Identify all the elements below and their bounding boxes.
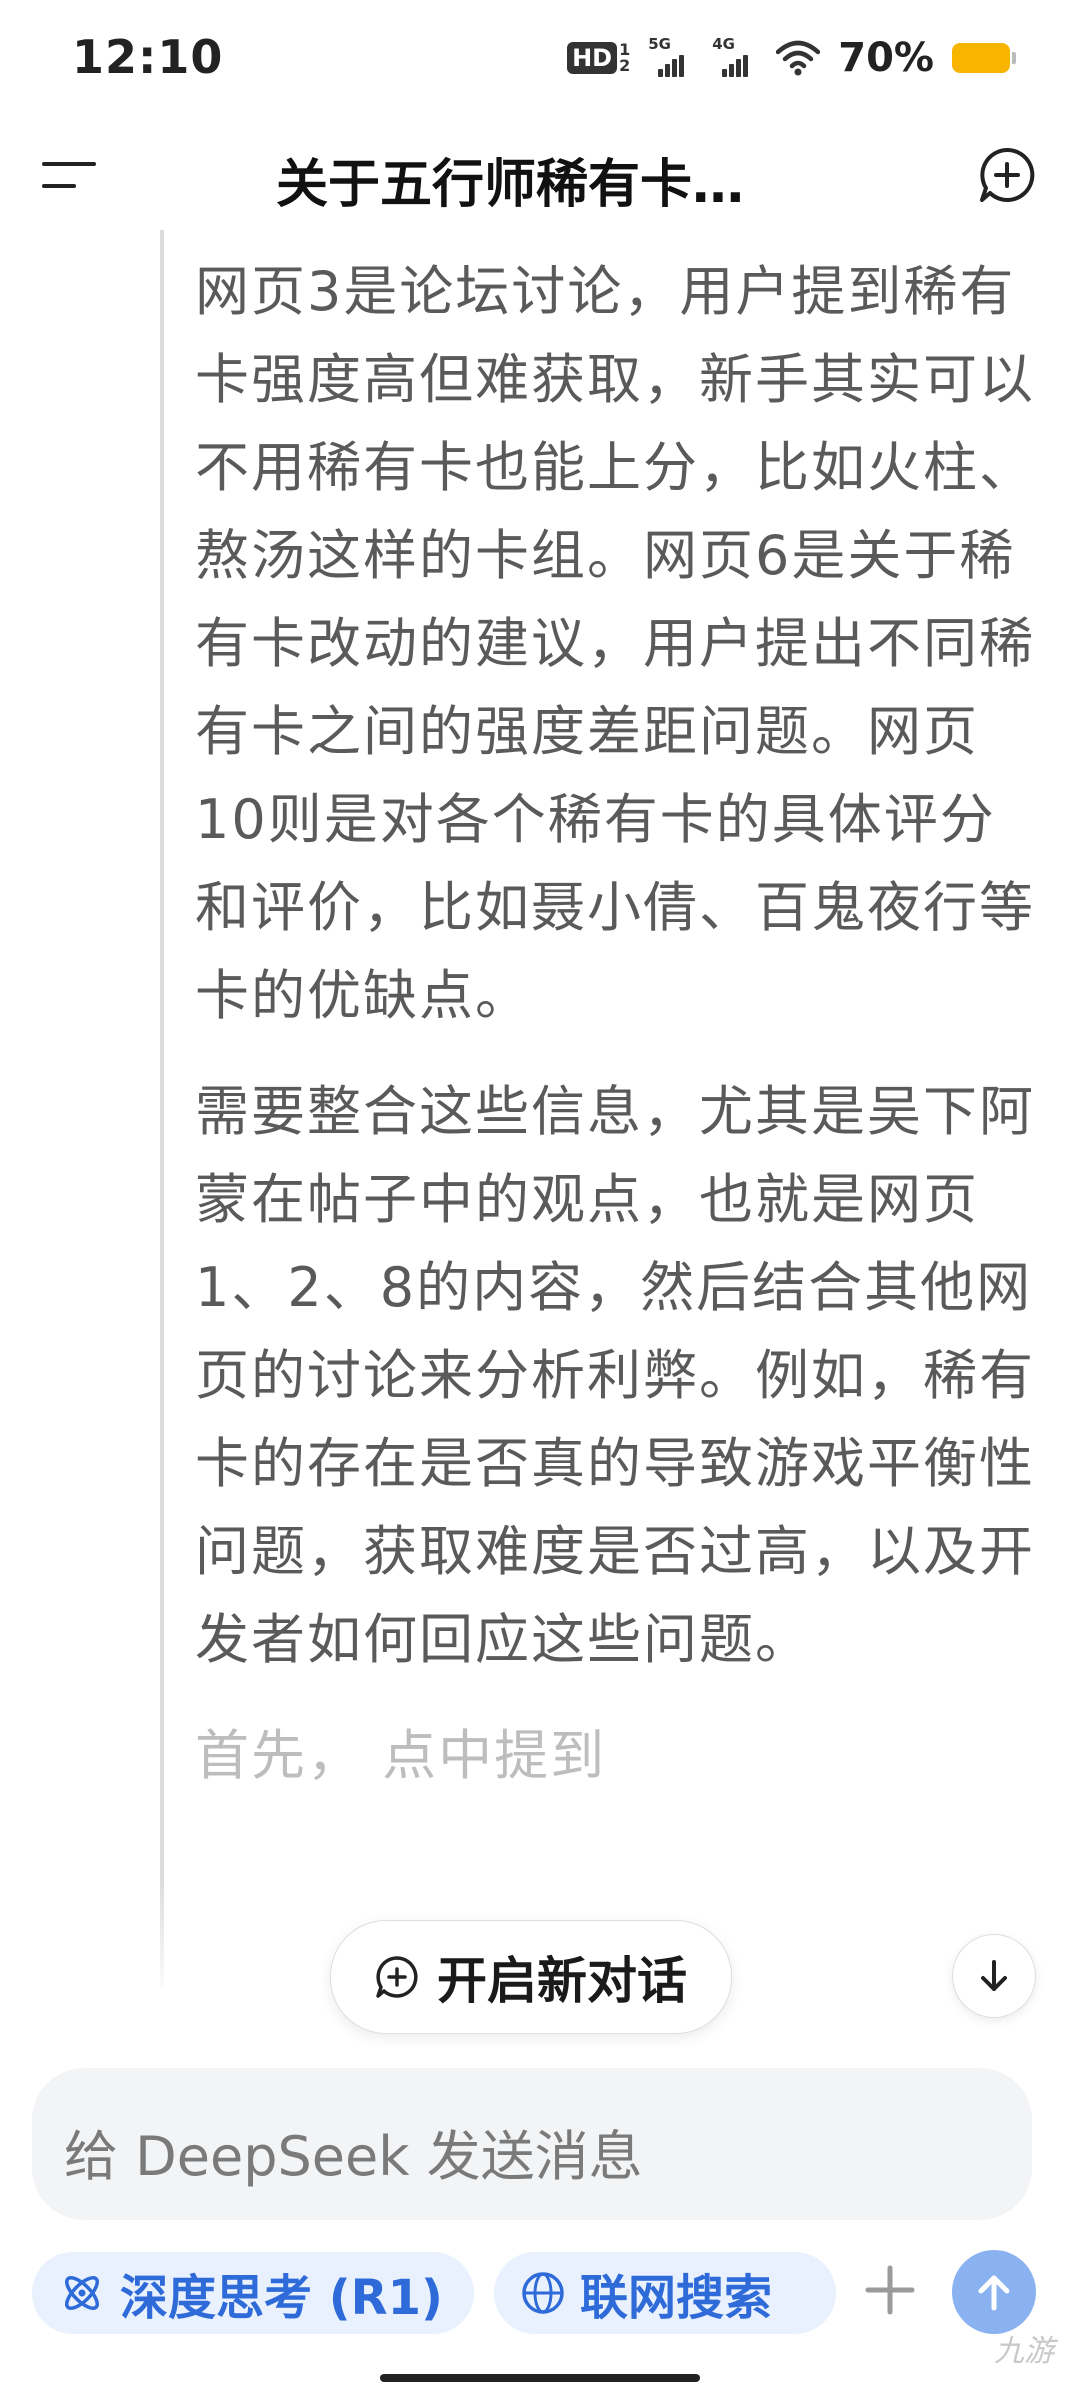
battery-percent: 70% bbox=[838, 35, 934, 81]
signal-4g-label: 4G bbox=[712, 35, 735, 53]
send-button[interactable] bbox=[952, 2250, 1036, 2334]
thinking-paragraph: 需要整合这些信息，尤其是吴下阿蒙在帖子中的观点，也就是网页1、2、8的内容，然后… bbox=[195, 1080, 1035, 1671]
new-chat-label: 开启新对话 bbox=[437, 1952, 687, 2010]
deep-think-label: 深度思考 (R1) bbox=[120, 2270, 443, 2326]
signal-4g-icon: 4G bbox=[712, 35, 758, 77]
status-icons: HD 1 2 5G 4G 70% bbox=[567, 34, 1016, 82]
menu-icon[interactable] bbox=[42, 156, 96, 196]
atom-icon bbox=[65, 2276, 99, 2310]
thinking-paragraph: 网页3是论坛讨论，用户提到稀有卡强度高但难获取，新手其实可以不用稀有卡也能上分，… bbox=[195, 260, 1035, 1027]
wifi-icon bbox=[776, 40, 821, 76]
signal-5g-label: 5G bbox=[648, 35, 671, 53]
hd-sub: 1 2 bbox=[619, 42, 630, 74]
hd-icon: HD 1 2 bbox=[567, 42, 630, 74]
home-indicator[interactable] bbox=[380, 2374, 700, 2382]
status-bar: 12:10 HD 1 2 5G 4G 70% bbox=[0, 0, 1080, 120]
scroll-down-button[interactable] bbox=[952, 1934, 1036, 2018]
signal-5g-icon: 5G bbox=[648, 35, 694, 77]
arrow-up-icon bbox=[978, 2275, 1010, 2311]
watermark-logo: 九游 bbox=[994, 2334, 1054, 2369]
deep-think-toggle[interactable]: 深度思考 (R1) bbox=[32, 2252, 474, 2334]
input-toolbar: 深度思考 (R1) 联网搜索 bbox=[0, 2240, 1080, 2360]
hd-label: HD bbox=[567, 42, 618, 74]
new-chat-small-icon bbox=[376, 1956, 418, 1998]
status-time: 12:10 bbox=[72, 30, 224, 84]
arrow-down-icon bbox=[981, 1960, 1007, 1991]
plus-icon[interactable] bbox=[860, 2260, 920, 2320]
battery-icon bbox=[952, 43, 1016, 73]
chat-content[interactable]: 网页3是论坛讨论，用户提到稀有卡强度高但难获取，新手其实可以不用稀有卡也能上分，… bbox=[0, 230, 1080, 1990]
thinking-quote-bar bbox=[160, 230, 164, 1990]
thinking-text: 网页3是论坛讨论，用户提到稀有卡强度高但难获取，新手其实可以不用稀有卡也能上分，… bbox=[195, 248, 1035, 1828]
new-chat-button[interactable]: 开启新对话 bbox=[330, 1920, 732, 2034]
hd-sub-bottom: 2 bbox=[619, 56, 631, 75]
conversation-title: 关于五行师稀有卡… bbox=[275, 155, 744, 215]
web-search-toggle[interactable]: 联网搜索 bbox=[494, 2252, 836, 2334]
thinking-paragraph: 首先， 点中提到 bbox=[195, 1724, 607, 1787]
globe-icon bbox=[522, 2272, 564, 2314]
message-input-placeholder: 给 DeepSeek 发送消息 bbox=[64, 2125, 643, 2188]
new-chat-icon[interactable] bbox=[978, 146, 1036, 204]
web-search-label: 联网搜索 bbox=[580, 2270, 773, 2326]
screen: 12:10 HD 1 2 5G 4G 70% 关于五行师稀有卡… 网页3是论坛讨… bbox=[0, 0, 1080, 2388]
message-input[interactable]: 给 DeepSeek 发送消息 bbox=[32, 2068, 1032, 2220]
top-app-bar: 关于五行师稀有卡… bbox=[0, 120, 1080, 230]
